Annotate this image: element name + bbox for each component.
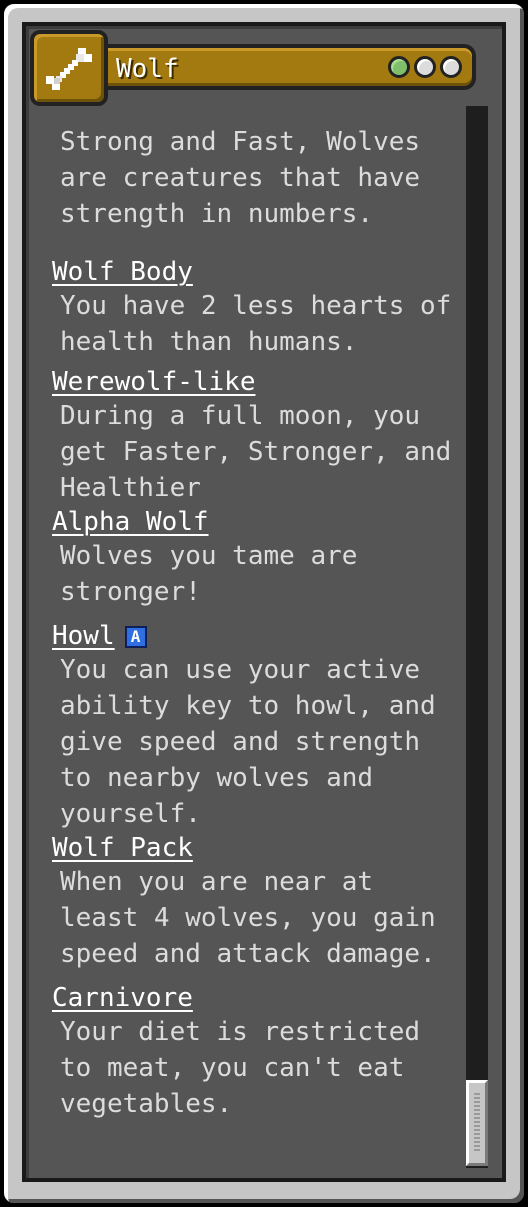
- power-name: Howl: [52, 621, 115, 651]
- power-description: During a full moon, you get Faster, Stro…: [60, 401, 452, 503]
- power-werewolf-like: Werewolf-like During a full moon, you ge…: [52, 366, 452, 506]
- origin-description-scroll[interactable]: Strong and Fast, Wolves are creatures th…: [52, 124, 452, 1122]
- impact-indicator: [388, 56, 462, 78]
- power-description: Wolves you tame are stronger!: [60, 541, 358, 607]
- scrollbar-thumb[interactable]: [466, 1080, 488, 1166]
- power-wolf-body: Wolf Body You have 2 less hearts of heal…: [52, 256, 452, 360]
- power-description: You can use your active ability key to h…: [60, 655, 436, 829]
- power-description: When you are near at least 4 wolves, you…: [60, 867, 436, 969]
- impact-dot-1: [388, 56, 410, 78]
- power-name: Carnivore: [52, 983, 193, 1013]
- power-description: Your diet is restricted to meat, you can…: [60, 1017, 421, 1119]
- power-name: Alpha Wolf: [52, 507, 209, 537]
- impact-dot-3: [440, 56, 462, 78]
- power-description: You have 2 less hearts of health than hu…: [60, 291, 452, 357]
- origin-name: Wolf: [116, 54, 179, 84]
- power-name: Wolf Body: [52, 257, 193, 287]
- power-wolf-pack: Wolf Pack When you are near at least 4 w…: [52, 832, 452, 972]
- origin-icon-frame: [30, 30, 108, 106]
- power-carnivore: Carnivore Your diet is restricted to mea…: [52, 982, 452, 1122]
- scrollbar-track[interactable]: [466, 106, 488, 1168]
- scrollbar-grip: [474, 1093, 480, 1153]
- impact-dot-2: [414, 56, 436, 78]
- power-name: Wolf Pack: [52, 833, 193, 863]
- power-name: Werewolf-like: [52, 367, 256, 397]
- origin-description: Strong and Fast, Wolves are creatures th…: [60, 127, 421, 229]
- origin-title-bar: Wolf: [100, 44, 476, 90]
- power-howl: Howl A You can use your active ability ke…: [52, 620, 452, 832]
- active-ability-badge: A: [124, 625, 147, 648]
- power-alpha-wolf: Alpha Wolf Wolves you tame are stronger!: [52, 506, 452, 610]
